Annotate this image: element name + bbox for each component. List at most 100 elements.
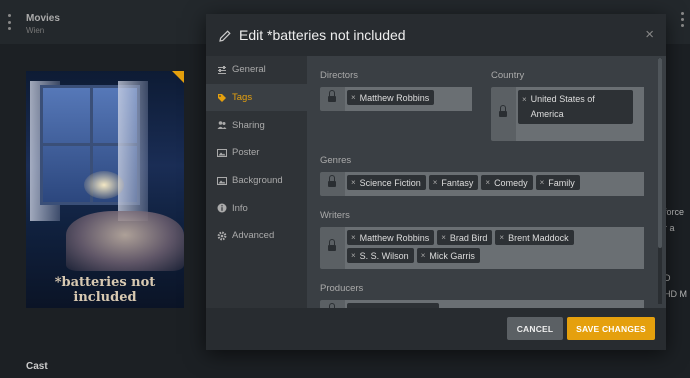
gear-icon bbox=[217, 231, 227, 241]
lock-icon bbox=[328, 175, 336, 189]
tab-poster[interactable]: Poster bbox=[206, 139, 307, 167]
tab-info[interactable]: Info bbox=[206, 194, 307, 222]
cast-heading: Cast bbox=[26, 361, 48, 372]
genres-tag-input[interactable]: × Science Fiction × Fantasy × Comedy × Famil… bbox=[345, 172, 644, 196]
genres-field: × Science Fiction × Fantasy × Comedy × Famil… bbox=[320, 172, 644, 196]
tag-label: Brent Maddock bbox=[508, 232, 569, 243]
library-title: Movies bbox=[26, 13, 60, 24]
writers-field: × Matthew Robbins × Brad Bird × Brent Maddo… bbox=[320, 227, 644, 269]
directors-tag-input[interactable]: × Matthew Robbins bbox=[345, 87, 472, 111]
tag-label: Matthew Robbins bbox=[359, 232, 430, 243]
remove-tag-icon[interactable]: × bbox=[351, 93, 356, 102]
image-icon bbox=[217, 148, 227, 158]
tab-label: Background bbox=[232, 175, 283, 187]
directors-lock[interactable] bbox=[320, 87, 344, 111]
tag-label: Science Fiction bbox=[359, 177, 421, 188]
tab-label: Tags bbox=[232, 92, 253, 104]
edit-dialog: Edit *batteries not included × General T… bbox=[206, 14, 666, 350]
dialog-sidebar: General Tags Sharing Poster Background I… bbox=[206, 56, 307, 308]
country-tag-input[interactable]: × United States of America bbox=[516, 87, 644, 141]
directors-label: Directors bbox=[320, 70, 359, 81]
image-icon bbox=[217, 176, 227, 186]
summary-fragment: force bbox=[664, 207, 685, 217]
writers-lock[interactable] bbox=[320, 227, 344, 269]
sliders-icon bbox=[217, 65, 227, 75]
tag-chip[interactable]: × Science Fiction bbox=[347, 175, 426, 190]
tag-label: Brad Bird bbox=[449, 232, 488, 243]
tab-background[interactable]: Background bbox=[206, 167, 307, 195]
scrollbar-thumb[interactable] bbox=[658, 58, 662, 248]
writers-label: Writers bbox=[320, 210, 350, 221]
remove-tag-icon[interactable]: × bbox=[351, 178, 356, 187]
tag-label: Matthew Robbins bbox=[359, 92, 430, 103]
remove-tag-icon[interactable]: × bbox=[441, 233, 446, 242]
lock-icon bbox=[499, 105, 507, 119]
poster-art-curtain-right bbox=[118, 81, 148, 221]
remove-tag-icon[interactable]: × bbox=[499, 233, 504, 242]
overflow-menu-icon[interactable] bbox=[681, 12, 684, 27]
tags-panel: Directors × Matthew Robbins Country × Unit… bbox=[307, 56, 666, 308]
country-field: × United States of America bbox=[491, 87, 644, 141]
tab-advanced[interactable]: Advanced bbox=[206, 222, 307, 250]
info-fragment: HD M bbox=[664, 289, 687, 299]
producers-field bbox=[320, 300, 644, 308]
content-scrollbar[interactable] bbox=[658, 58, 662, 304]
country-lock[interactable] bbox=[491, 87, 515, 141]
remove-tag-icon[interactable]: × bbox=[351, 233, 356, 242]
server-name: Wien bbox=[26, 26, 45, 35]
writers-tag-input[interactable]: × Matthew Robbins × Brad Bird × Brent Maddo… bbox=[345, 227, 644, 269]
remove-tag-icon[interactable]: × bbox=[540, 178, 545, 187]
tab-label: General bbox=[232, 64, 266, 76]
producers-label: Producers bbox=[320, 283, 364, 294]
lock-icon bbox=[328, 239, 336, 253]
more-options-icon[interactable] bbox=[6, 14, 12, 30]
tag-chip[interactable]: × Brent Maddock bbox=[495, 230, 574, 245]
save-changes-button[interactable]: SAVE CHANGES bbox=[567, 317, 655, 340]
close-icon[interactable]: × bbox=[645, 26, 654, 43]
tab-sharing[interactable]: Sharing bbox=[206, 111, 307, 139]
tag-label: Mick Garris bbox=[429, 250, 475, 261]
tab-label: Info bbox=[232, 202, 248, 214]
tab-label: Sharing bbox=[232, 119, 265, 131]
users-icon bbox=[217, 120, 227, 130]
poster-corner-badge bbox=[172, 71, 184, 83]
tag-label: Family bbox=[548, 177, 575, 188]
tab-label: Advanced bbox=[232, 230, 275, 242]
genres-lock[interactable] bbox=[320, 172, 344, 196]
poster-title: *batteries not included bbox=[54, 275, 156, 305]
tag-chip[interactable]: × Matthew Robbins bbox=[347, 90, 435, 105]
tag-label: Comedy bbox=[494, 177, 528, 188]
genres-label: Genres bbox=[320, 155, 352, 166]
tag-chip[interactable]: × Family bbox=[535, 175, 580, 190]
tag-chip[interactable]: × Mick Garris bbox=[416, 248, 480, 263]
remove-tag-icon[interactable]: × bbox=[421, 251, 426, 260]
movie-poster: *batteries not included bbox=[26, 71, 184, 308]
producers-lock[interactable] bbox=[320, 300, 344, 308]
tab-tags[interactable]: Tags bbox=[206, 83, 307, 112]
remove-tag-icon[interactable]: × bbox=[522, 92, 527, 107]
tag-chip[interactable]: × United States of America bbox=[518, 90, 633, 124]
info-icon bbox=[217, 203, 227, 213]
directors-field: × Matthew Robbins bbox=[320, 87, 472, 111]
tag-chip[interactable]: × Fantasy bbox=[428, 175, 479, 190]
cancel-button[interactable]: CANCEL bbox=[507, 317, 563, 340]
tag-label: United States of America bbox=[530, 94, 595, 119]
tab-label: Poster bbox=[232, 147, 260, 159]
tag-chip[interactable]: × S. S. Wilson bbox=[347, 248, 414, 263]
remove-tag-icon[interactable]: × bbox=[351, 251, 356, 260]
tag-chip[interactable]: × Matthew Robbins bbox=[347, 230, 435, 245]
remove-tag-icon[interactable]: × bbox=[433, 178, 438, 187]
dialog-header: Edit *batteries not included × bbox=[206, 14, 666, 56]
pencil-icon bbox=[219, 29, 231, 42]
tab-general[interactable]: General bbox=[206, 56, 307, 84]
lock-icon bbox=[328, 90, 336, 104]
tag-label: S. S. Wilson bbox=[359, 250, 409, 261]
tag-chip[interactable]: × Brad Bird bbox=[437, 230, 493, 245]
poster-art-bed bbox=[66, 211, 184, 271]
remove-tag-icon[interactable]: × bbox=[485, 178, 490, 187]
country-label: Country bbox=[491, 70, 525, 81]
poster-art-glow bbox=[84, 171, 124, 199]
producers-tag-input[interactable] bbox=[345, 300, 644, 308]
tag-label: Fantasy bbox=[441, 177, 474, 188]
tag-chip[interactable]: × Comedy bbox=[481, 175, 533, 190]
